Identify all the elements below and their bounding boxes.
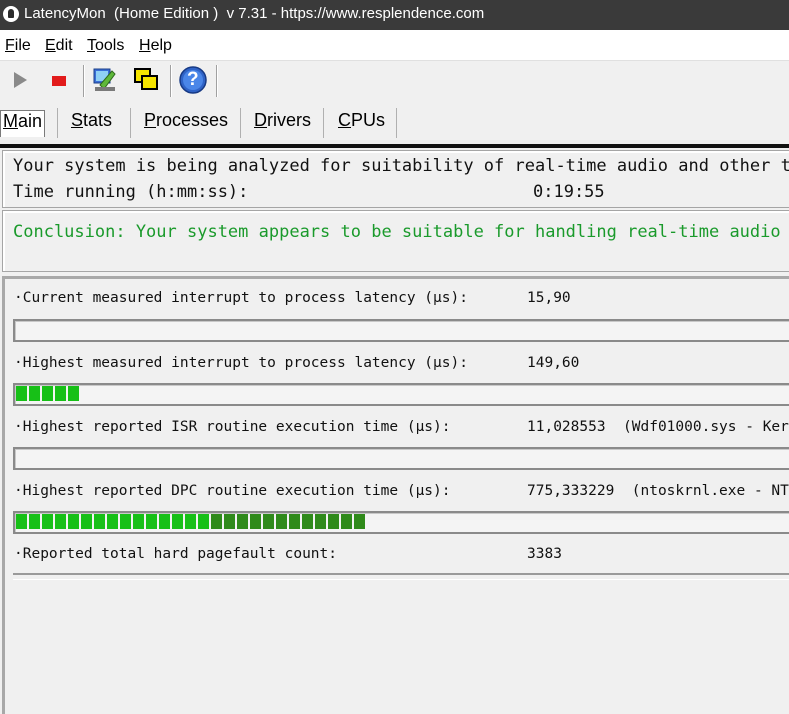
gauge-segment (172, 514, 183, 529)
gauge-segment (55, 386, 66, 401)
metric-label: ·Highest measured interrupt to process l… (14, 355, 468, 371)
tab-separator (323, 108, 324, 138)
gauge-segment (237, 514, 248, 529)
help-glyph: ? (187, 69, 199, 90)
metric-label: ·Reported total hard pagefault count: (14, 546, 338, 562)
gauge-fill (16, 386, 79, 401)
latencymon-app-icon (3, 6, 19, 22)
highest-latency-gauge (13, 383, 789, 406)
gauge-segment (68, 514, 79, 529)
play-icon (14, 72, 27, 88)
gauge-segment (94, 514, 105, 529)
analyze-icon (93, 68, 116, 91)
gauge-segment (68, 386, 79, 401)
gauge-segment (198, 514, 209, 529)
conclusion-text: Conclusion: Your system appears to be su… (13, 222, 789, 242)
toolbar-separator (216, 65, 218, 97)
gauge-segment (328, 514, 339, 529)
stop-icon (52, 76, 66, 86)
menu-tools[interactable]: Tools (87, 37, 124, 55)
gauge-segment (250, 514, 261, 529)
stop-button[interactable] (44, 65, 74, 95)
metric-label: ·Current measured interrupt to process l… (14, 290, 468, 306)
help-button[interactable]: ? (178, 65, 208, 95)
tab-separator (57, 108, 58, 138)
time-running-value: 0:19:55 (533, 182, 605, 202)
gauge-segment (55, 514, 66, 529)
metric-value: 11,028553 (Wdf01000.sys - Ker (527, 419, 789, 435)
windows-button[interactable] (132, 65, 162, 95)
gauge-segment (263, 514, 274, 529)
tab-drivers[interactable]: Drivers (254, 110, 311, 136)
gauge-segment (81, 514, 92, 529)
gauge-segment (29, 514, 40, 529)
menu-file[interactable]: File (5, 37, 31, 55)
gauge-segment (302, 514, 313, 529)
tab-main[interactable]: Main (0, 110, 46, 137)
metric-label: ·Highest reported DPC routine execution … (14, 483, 451, 499)
menu-bar: File Edit Tools Help (0, 30, 789, 60)
status-panel: Your system is being analyzed for suitab… (2, 150, 789, 208)
metrics-panel: ·Current measured interrupt to process l… (2, 276, 789, 714)
play-button[interactable] (5, 65, 35, 95)
conclusion-panel: Conclusion: Your system appears to be su… (2, 210, 789, 272)
gauge-segment (133, 514, 144, 529)
gauge-segment (42, 386, 53, 401)
gauge-segment (16, 514, 27, 529)
menu-edit[interactable]: Edit (45, 37, 73, 55)
metric-value: 3383 (527, 546, 562, 562)
gauge-segment (185, 514, 196, 529)
gauge-segment (120, 514, 131, 529)
status-line: Your system is being analyzed for suitab… (13, 156, 789, 176)
gauge-segment (42, 514, 53, 529)
tab-underline (0, 144, 789, 148)
gauge-segment (289, 514, 300, 529)
toolbar-separator (170, 65, 172, 97)
windows-icon (134, 68, 158, 90)
gauge-segment (224, 514, 235, 529)
window-title: LatencyMon (Home Edition ) v 7.31 - http… (24, 5, 485, 22)
metric-value: 15,90 (527, 290, 571, 306)
gauge-segment (276, 514, 287, 529)
metric-label: ·Highest reported ISR routine execution … (14, 419, 451, 435)
gauge-segment (146, 514, 157, 529)
tab-separator (240, 108, 241, 138)
gauge-fill (16, 514, 365, 529)
time-running-label: Time running (h:mm:ss): (13, 182, 249, 202)
gauge-segment (16, 386, 27, 401)
tab-processes[interactable]: Processes (144, 110, 228, 136)
tab-cpus[interactable]: CPUs (338, 110, 385, 136)
toolbar-separator (83, 65, 85, 97)
gauge-segment (211, 514, 222, 529)
tab-separator (130, 108, 131, 138)
title-bar: LatencyMon (Home Edition ) v 7.31 - http… (0, 0, 789, 30)
gauge-segment (354, 514, 365, 529)
gauge-segment (315, 514, 326, 529)
metric-value: 149,60 (527, 355, 580, 371)
isr-time-gauge (13, 447, 789, 470)
gauge-segment (159, 514, 170, 529)
dpc-time-gauge (13, 511, 789, 534)
menu-help[interactable]: Help (139, 37, 172, 55)
toolbar: ? (0, 60, 789, 101)
gauge-segment (29, 386, 40, 401)
gauge-segment (341, 514, 352, 529)
metric-value: 775,333229 (ntoskrnl.exe - NT (527, 483, 789, 499)
current-latency-gauge (13, 319, 789, 342)
gauge-segment (107, 514, 118, 529)
tab-separator (396, 108, 397, 138)
pagefault-divider (13, 573, 789, 580)
analyze-button[interactable] (90, 65, 120, 95)
tab-stats[interactable]: Stats (71, 110, 112, 136)
tab-strip: Main Stats Processes Drivers CPUs (0, 100, 789, 144)
